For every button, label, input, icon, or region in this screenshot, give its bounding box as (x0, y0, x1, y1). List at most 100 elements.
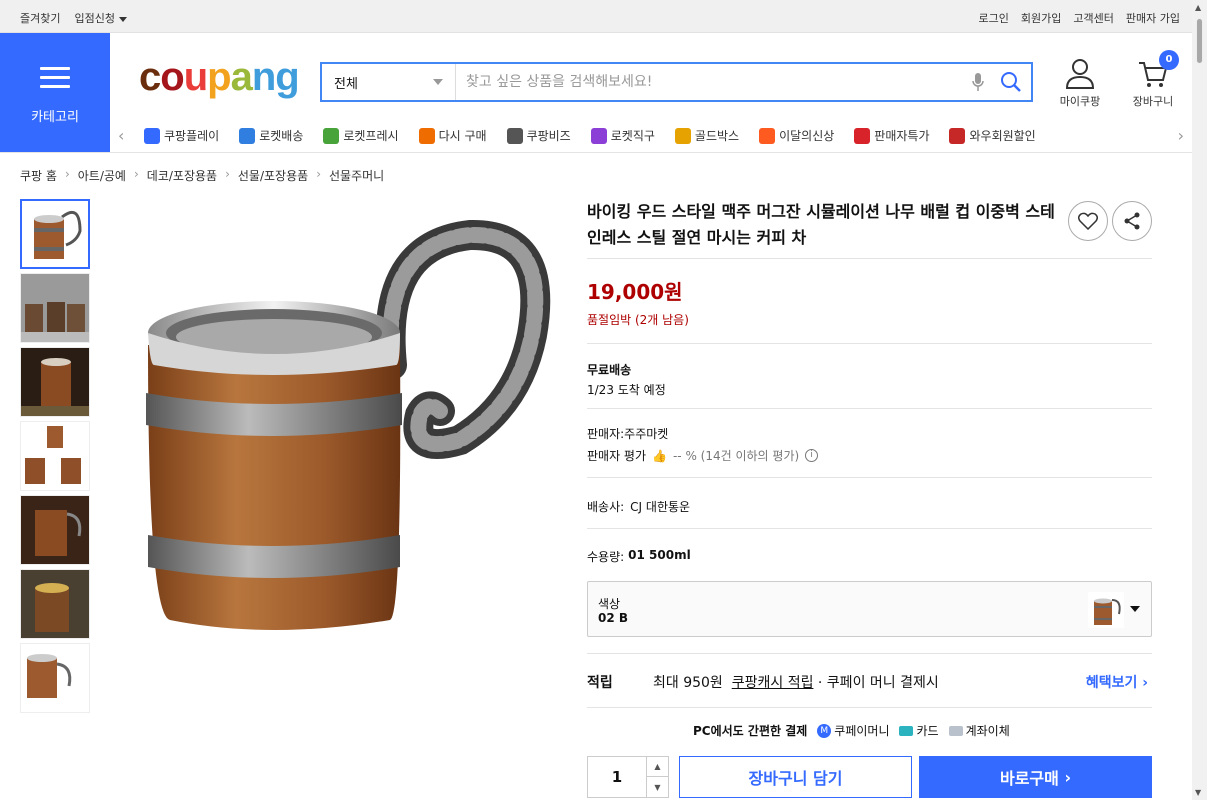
reward-cash-link[interactable]: 쿠팡캐시 적립 (732, 675, 814, 691)
product-title: 바이킹 우드 스타일 맥주 머그잔 시뮬레이션 나무 배럴 컵 이중벽 스테인레… (587, 202, 1055, 247)
divider (587, 408, 1152, 409)
add-to-cart-button[interactable]: 장바구니 담기 (679, 756, 912, 798)
breadcrumb-item[interactable]: 데코/포장용품 (147, 167, 217, 184)
benefits-link[interactable]: 혜택보기 › (1086, 672, 1148, 692)
payment-coupay-money-label: 쿠페이머니 (834, 724, 890, 738)
nav-item[interactable]: 골드박스 (674, 127, 740, 144)
info-icon[interactable]: i (805, 449, 819, 462)
wow-icon (949, 127, 966, 144)
breadcrumb-item[interactable]: 쿠팡 홈 (20, 167, 57, 184)
quantity-value[interactable]: 1 (588, 757, 646, 797)
search-bar: 전체 (320, 62, 1033, 102)
category-label: 카테고리 (31, 110, 79, 125)
thumbnail-list (20, 199, 90, 717)
nav-item[interactable]: 쿠팡비즈 (506, 127, 571, 144)
thumbnail-3[interactable] (20, 347, 90, 417)
product-price: 19,000원 (587, 280, 683, 304)
search-category-value: 전체 (334, 76, 358, 92)
page-scrollbar[interactable]: ▲ ▼ (1192, 0, 1207, 800)
thumbnail-5[interactable] (20, 495, 90, 565)
my-coupang-label: 마이쿠팡 (1059, 95, 1101, 108)
logo-letter: o (160, 55, 184, 99)
nav-next-icon[interactable]: › (1178, 126, 1184, 145)
nav-item-label: 로켓직구 (610, 129, 655, 143)
thumbnail-6[interactable] (20, 569, 90, 639)
breadcrumb-item[interactable]: 선물주머니 (329, 167, 384, 184)
divider (587, 653, 1152, 654)
carrier-label: 배송사: (587, 500, 625, 514)
cart-button[interactable]: 0 장바구니 (1126, 50, 1180, 109)
buy-now-label: 바로구매 (999, 769, 1059, 788)
category-menu-button[interactable]: 카테고리 (0, 33, 110, 152)
quantity-decrease-icon[interactable]: ▼ (647, 777, 668, 797)
reward-label: 적립 (587, 675, 613, 691)
scroll-up-icon[interactable]: ▲ (1195, 3, 1201, 12)
top-utility-bar: 즐겨찾기 입점신청 로그인 회원가입 고객센터 판매자 가입 (0, 0, 1192, 33)
breadcrumb-item[interactable]: 선물/포장용품 (238, 167, 308, 184)
nav-item-label: 골드박스 (694, 129, 740, 143)
cart-label: 장바구니 (1132, 95, 1174, 108)
shipping-title: 무료배송 (587, 363, 632, 377)
play-icon (144, 127, 160, 144)
payment-card-label: 카드 (916, 724, 939, 738)
bookmark-link[interactable]: 즐겨찾기 (20, 10, 60, 26)
customer-center-link[interactable]: 고객센터 (1073, 10, 1113, 26)
repurchase-icon (418, 127, 435, 144)
nav-item[interactable]: 로켓배송 (239, 127, 303, 144)
rocket-icon (239, 127, 256, 144)
nav-prev-icon[interactable]: ‹ (118, 126, 124, 145)
scrollbar-thumb[interactable] (1196, 18, 1203, 64)
capacity-label: 수용량: (587, 550, 625, 564)
nav-item[interactable]: 로켓직구 (590, 127, 655, 144)
nav-item[interactable]: 로켓프레시 (323, 127, 399, 144)
coupang-logo[interactable]: coupang (139, 55, 300, 100)
divider (587, 707, 1152, 708)
my-coupang-button[interactable]: 마이쿠팡 (1054, 58, 1106, 109)
quick-nav-items: 쿠팡플레이 로켓배송 로켓프레시 다시 구매 쿠팡비즈 로켓직구 골드박스 이달의신상 판매자특… (144, 127, 1154, 144)
new-icon (759, 127, 776, 144)
divider (587, 258, 1152, 259)
payment-coupay-money: M 쿠페이머니 (817, 722, 889, 739)
quantity-increase-icon[interactable]: ▲ (647, 757, 668, 777)
login-link[interactable]: 로그인 (979, 10, 1009, 26)
dropdown-arrow-icon (433, 79, 443, 85)
hamburger-icon (40, 67, 70, 94)
nav-item-label: 로켓배송 (259, 129, 304, 143)
product-main-image[interactable] (110, 215, 560, 655)
nav-item[interactable]: 이달의신상 (759, 127, 834, 144)
microphone-icon[interactable] (965, 64, 991, 100)
chevron-down-icon (118, 16, 127, 22)
discount-icon (854, 127, 871, 144)
thumbnail-2[interactable] (20, 273, 90, 343)
nav-item[interactable]: 쿠팡플레이 (144, 127, 219, 144)
share-button[interactable] (1112, 201, 1152, 241)
divider (587, 343, 1152, 344)
reward-condition: · 쿠페이 머니 결제시 (817, 675, 939, 691)
logo-letter: n (251, 55, 276, 99)
thumbnail-7[interactable] (20, 643, 90, 713)
search-category-select[interactable]: 전체 (322, 64, 456, 100)
breadcrumb-item[interactable]: 아트/공예 (78, 167, 126, 184)
thumbnail-4[interactable] (20, 421, 90, 491)
logo-letter: c (139, 55, 161, 99)
nav-item[interactable]: 다시 구매 (418, 127, 487, 144)
search-icon (1001, 72, 1021, 92)
rocket-global-icon (590, 127, 607, 144)
bank-transfer-icon (948, 725, 963, 736)
seller-apply-link[interactable]: 입점신청 (74, 10, 127, 26)
thumbnail-1[interactable] (20, 199, 90, 269)
nav-item[interactable]: 와우회원할인 (949, 127, 1036, 144)
signup-link[interactable]: 회원가입 (1021, 10, 1061, 26)
benefits-label: 혜택보기 (1085, 675, 1138, 691)
scroll-down-icon[interactable]: ▼ (1195, 788, 1201, 797)
wishlist-button[interactable] (1068, 201, 1108, 241)
stock-warning: 품절임박 (2개 남음) (587, 313, 689, 327)
color-option-select[interactable]: 색상 02 B (587, 581, 1152, 637)
seller-rating-label: 판매자 평가 (587, 449, 647, 463)
search-button[interactable] (991, 64, 1031, 100)
search-input[interactable] (456, 64, 965, 100)
seller-name[interactable]: 판매자:주주마켓 (587, 425, 668, 442)
seller-signup-link[interactable]: 판매자 가입 (1126, 10, 1180, 26)
nav-item[interactable]: 판매자특가 (854, 127, 929, 144)
buy-now-button[interactable]: 바로구매 › (919, 756, 1152, 798)
